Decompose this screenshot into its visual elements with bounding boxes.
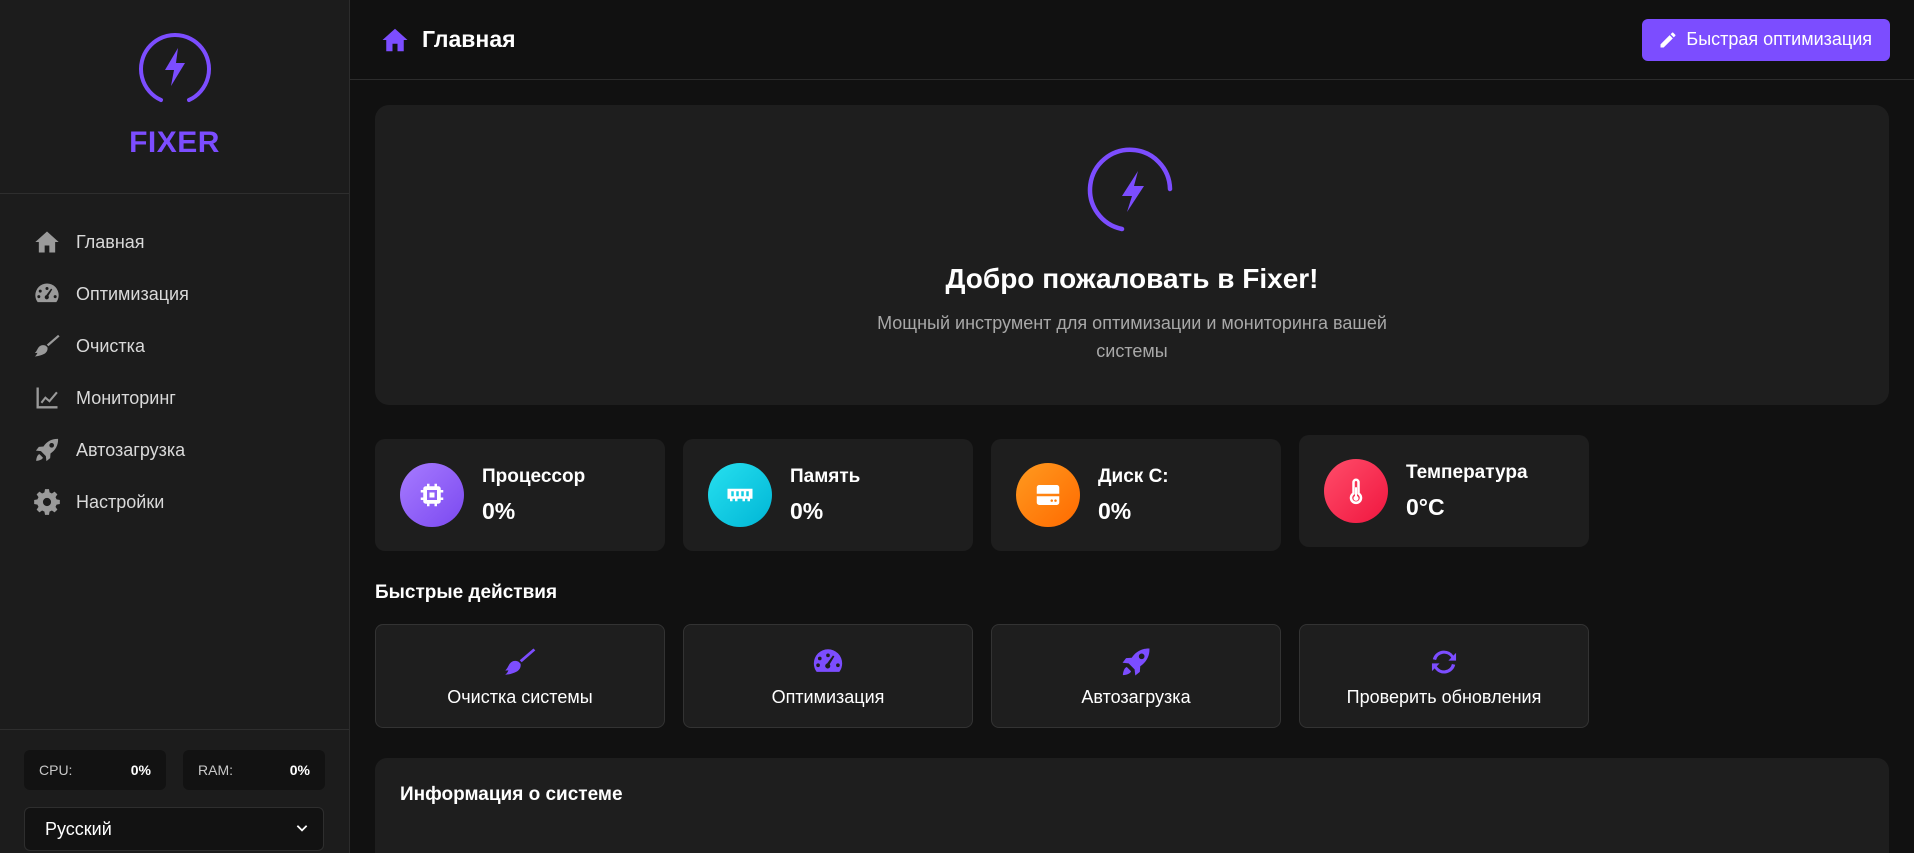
sidebar-item-optimization[interactable]: Оптимизация [0, 268, 349, 320]
system-info-panel: Информация о системе [375, 758, 1889, 853]
welcome-subtitle: Мощный инструмент для оптимизации и мони… [877, 313, 1387, 361]
rocket-icon [32, 435, 62, 465]
sidebar-item-label: Мониторинг [76, 387, 176, 408]
ram-label: RAM: [198, 762, 233, 778]
sidebar-item-home[interactable]: Главная [0, 216, 349, 268]
stat-text: Диск C: 0% [1098, 466, 1169, 525]
action-autostart-button[interactable]: Автозагрузка [991, 624, 1281, 728]
sidebar-item-settings[interactable]: Настройки [0, 476, 349, 528]
sidebar-footer: CPU: 0% RAM: 0% Русский [0, 729, 349, 853]
action-label: Очистка системы [447, 686, 593, 707]
top-bar: Главная Быстрая оптимизация [350, 0, 1914, 80]
chevron-down-icon [296, 825, 308, 832]
action-label: Автозагрузка [1081, 686, 1191, 707]
gauge-icon [32, 279, 62, 309]
sidebar-item-autostart[interactable]: Автозагрузка [0, 424, 349, 476]
brand: FIXER [0, 0, 349, 194]
sidebar-item-label: Очистка [76, 335, 145, 356]
cpu-label: CPU: [39, 762, 73, 778]
hdd-icon [1016, 463, 1080, 527]
page-title: Главная [380, 25, 516, 55]
sidebar: FIXER Главная Оптимизация Очистка Монито… [0, 0, 350, 853]
sidebar-item-label: Главная [76, 231, 145, 252]
cpu-value: 0% [130, 762, 151, 778]
ram-mini-stat: RAM: 0% [183, 750, 325, 790]
action-cleanup-button[interactable]: Очистка системы [375, 624, 665, 728]
stat-value: 0% [1098, 497, 1132, 524]
cpu-mini-stat: CPU: 0% [24, 750, 166, 790]
sync-icon [1431, 650, 1457, 674]
stat-card-temperature: Температура 0°C [1299, 435, 1589, 547]
stat-value: 0% [790, 497, 824, 524]
action-label: Проверить обновления [1346, 686, 1542, 707]
language-select-value: Русский [45, 818, 112, 839]
main-content: Главная Быстрая оптимизация Добро пожало… [350, 0, 1914, 853]
stat-label: Память [790, 465, 861, 487]
action-label: Оптимизация [771, 686, 885, 707]
stat-text: Память 0% [790, 466, 860, 525]
stat-card-disk: Диск C: 0% [991, 439, 1281, 551]
app-window: FIXER Главная Оптимизация Очистка Монито… [0, 0, 1914, 853]
quick-actions-title: Быстрые действия [375, 582, 558, 603]
sidebar-item-monitoring[interactable]: Мониторинг [0, 372, 349, 424]
home-icon [32, 227, 62, 257]
stat-label: Диск C: [1098, 465, 1169, 487]
stat-label: Температура [1406, 461, 1528, 483]
page-title-text: Главная [422, 26, 516, 52]
welcome-title: Добро пожаловать в Fixer! [945, 263, 1319, 294]
ram-value: 0% [289, 762, 310, 778]
broom-icon [32, 331, 62, 361]
sidebar-item-label: Автозагрузка [76, 439, 186, 460]
bolt-logo-icon [138, 33, 211, 102]
action-check-updates-button[interactable]: Проверить обновления [1299, 624, 1589, 728]
stat-card-memory: Память 0% [683, 439, 973, 551]
stat-text: Температура 0°C [1406, 462, 1528, 521]
quick-optimization-button[interactable]: Быстрая оптимизация [1642, 18, 1890, 61]
memory-icon [708, 463, 772, 527]
stat-card-cpu: Процессор 0% [375, 439, 665, 551]
sidebar-item-label: Оптимизация [76, 283, 189, 304]
quick-optimization-label: Быстрая оптимизация [1686, 29, 1872, 49]
broom-icon [505, 648, 536, 675]
pencil-icon [1660, 32, 1676, 47]
mini-stats: CPU: 0% RAM: 0% [24, 750, 325, 790]
language-select[interactable]: Русский [24, 807, 324, 851]
sidebar-item-cleanup[interactable]: Очистка [0, 320, 349, 372]
stat-text: Процессор 0% [482, 466, 585, 525]
system-info-title: Информация о системе [400, 784, 623, 805]
home-icon [382, 28, 408, 51]
bolt-logo-icon [1087, 147, 1173, 232]
stat-label: Процессор [482, 465, 586, 487]
sidebar-nav: Главная Оптимизация Очистка Мониторинг А… [0, 194, 349, 528]
gauge-icon [813, 648, 843, 672]
thermometer-icon [1324, 459, 1388, 523]
sidebar-item-label: Настройки [76, 491, 165, 512]
chart-line-icon [32, 383, 62, 413]
welcome-banner: Добро пожаловать в Fixer! Мощный инструм… [375, 105, 1889, 405]
brand-name: FIXER [129, 126, 220, 159]
stat-value: 0°C [1406, 493, 1445, 520]
gear-icon [32, 487, 62, 517]
stat-value: 0% [482, 497, 516, 524]
rocket-icon [1122, 648, 1150, 675]
action-optimization-button[interactable]: Оптимизация [683, 624, 973, 728]
cpu-icon [400, 463, 464, 527]
